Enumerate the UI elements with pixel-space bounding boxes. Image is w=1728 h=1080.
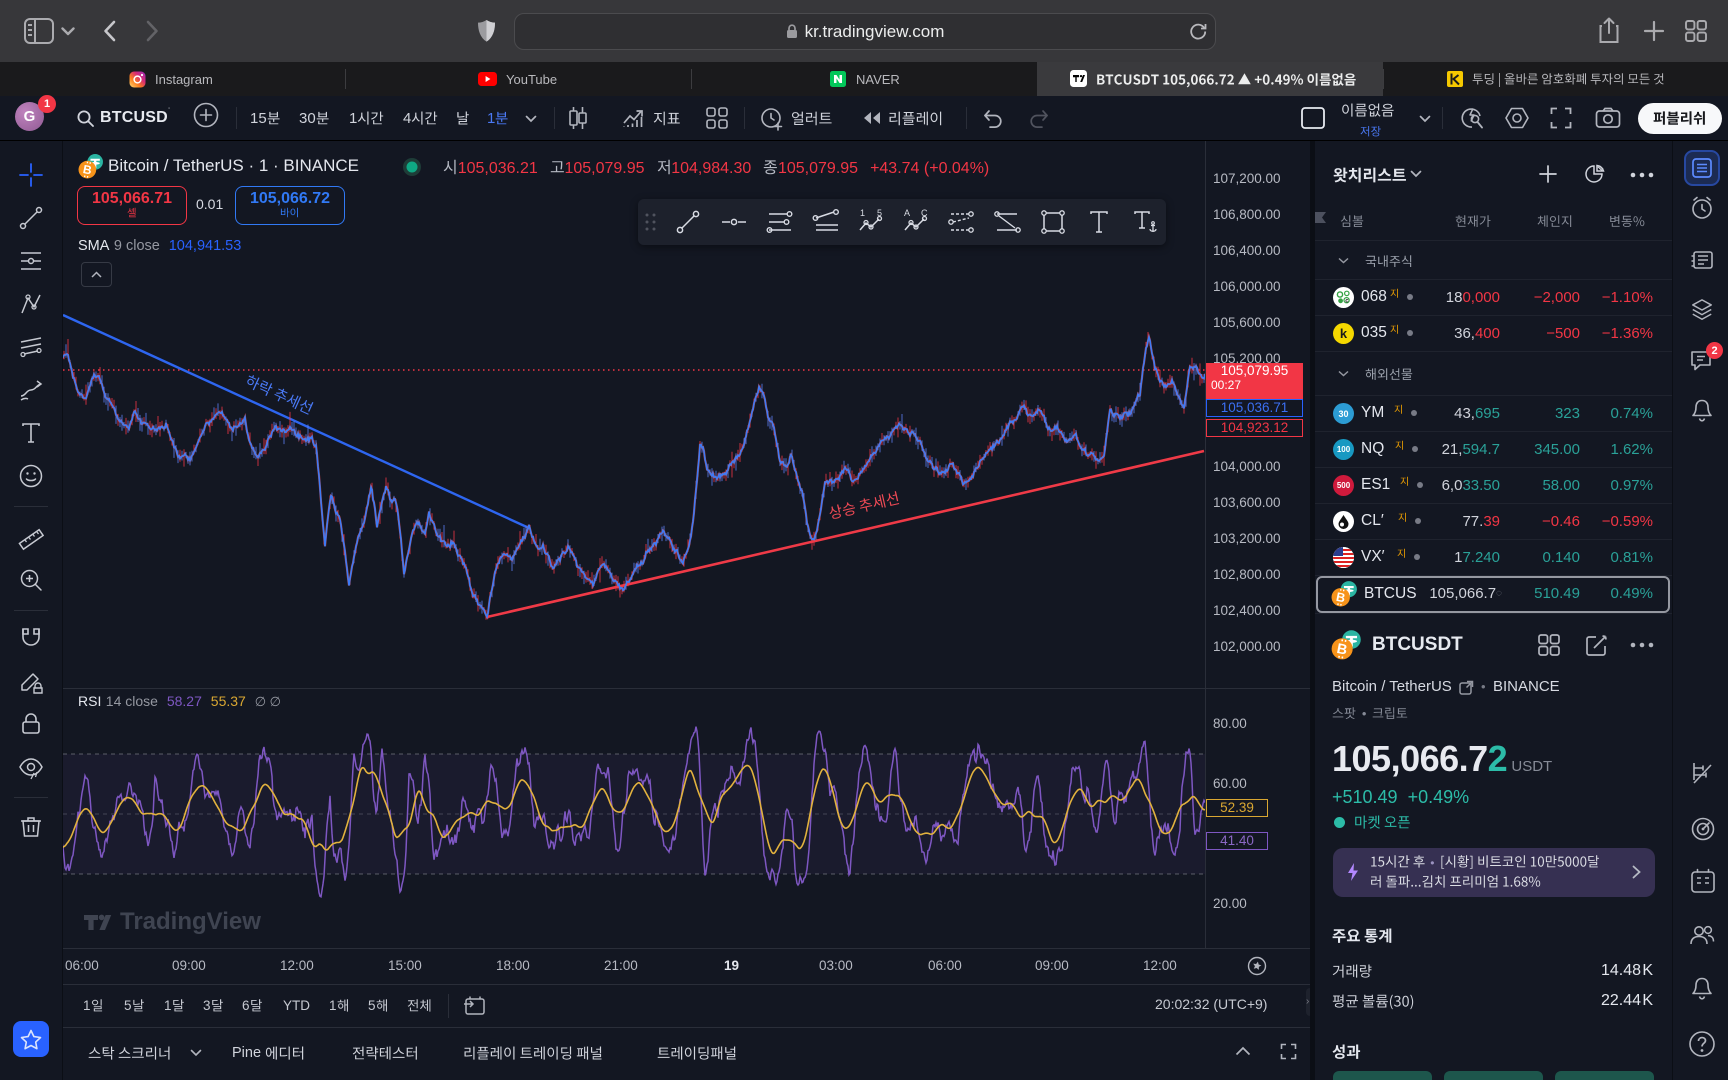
svg-text:A: A — [904, 208, 910, 218]
svg-text:1: 1 — [860, 208, 865, 218]
